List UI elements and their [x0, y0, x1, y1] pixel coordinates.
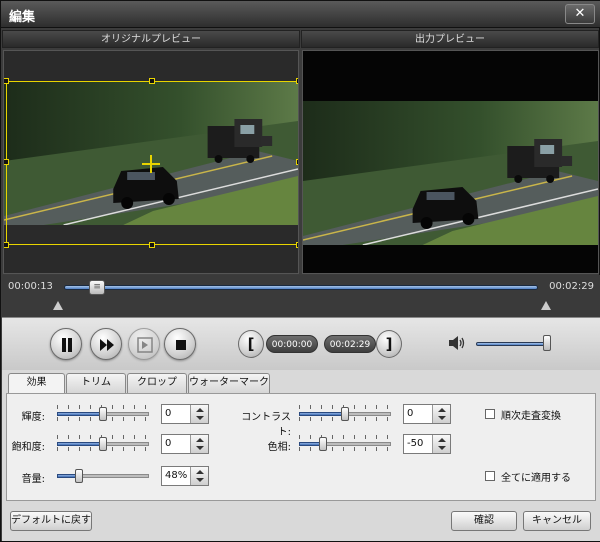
- crop-handle-right[interactable]: [296, 159, 298, 165]
- crosshair-icon[interactable]: [142, 155, 160, 173]
- current-time: 00:00:13: [8, 281, 53, 292]
- volume-knob[interactable]: [75, 469, 83, 483]
- saturation-knob[interactable]: [99, 437, 107, 451]
- set-start-button[interactable]: [: [238, 330, 264, 358]
- timeline-bar: 00:00:13 00:02:29 ≡: [2, 275, 600, 317]
- hue-spin-buttons[interactable]: [432, 435, 450, 453]
- crop-handle-top-left[interactable]: [4, 78, 9, 84]
- output-preview-header: 出力プレビュー: [301, 30, 599, 48]
- ok-button[interactable]: 確認: [451, 511, 517, 531]
- brightness-slider[interactable]: [57, 405, 149, 422]
- hue-ticks-top: [299, 435, 391, 439]
- volume-label: 音量:: [21, 474, 45, 485]
- control-panel: [ 00:00:00 00:02:29 ] 効果 トリム クロップ ウォーターマ…: [2, 317, 600, 541]
- window-title: 編集: [9, 10, 36, 25]
- volume-value: 48%: [165, 470, 188, 481]
- hue-slider[interactable]: [299, 435, 391, 452]
- volume-track[interactable]: [476, 342, 550, 346]
- crop-handle-bottom-left[interactable]: [4, 242, 9, 248]
- speaker-icon[interactable]: [448, 335, 466, 351]
- volume-spin-buttons[interactable]: [190, 467, 208, 485]
- next-frame-icon: [137, 337, 153, 353]
- saturation-spin-buttons[interactable]: [190, 435, 208, 453]
- effects-panel: 輝度: 0 飽和度: 0 音量: 48% コントラスト: 0 色相: -50 順…: [6, 393, 596, 501]
- seek-track[interactable]: [64, 285, 538, 290]
- original-preview[interactable]: [3, 50, 299, 274]
- contrast-slider[interactable]: [299, 405, 391, 422]
- next-frame-button[interactable]: [128, 328, 160, 360]
- brightness-spin-buttons[interactable]: [190, 405, 208, 423]
- total-time: 00:02:29: [549, 281, 594, 292]
- apply-all-label: 全てに適用する: [501, 473, 571, 484]
- saturation-slider[interactable]: [57, 435, 149, 452]
- saturation-spinbox[interactable]: 0: [161, 434, 209, 454]
- hue-label: 色相:: [267, 442, 291, 453]
- edit-window: 編集 ✕ オリジナルプレビュー 出力プレビュー 00:00:13 00:02:2…: [0, 0, 600, 542]
- cancel-button[interactable]: キャンセル: [523, 511, 591, 531]
- contrast-knob[interactable]: [341, 407, 349, 421]
- output-video-frame: [303, 101, 598, 245]
- tab-crop[interactable]: クロップ: [127, 373, 187, 393]
- trim-start-time: 00:00:00: [266, 335, 318, 353]
- hue-spinbox[interactable]: -50: [403, 434, 451, 454]
- trim-end-marker[interactable]: [541, 301, 551, 310]
- trim-end-time: 00:02:29: [324, 335, 376, 353]
- seek-thumb[interactable]: ≡: [89, 280, 106, 295]
- original-preview-header: オリジナルプレビュー: [2, 30, 300, 48]
- hue-ticks: [299, 447, 391, 451]
- contrast-label: コントラスト:: [241, 412, 291, 438]
- brightness-knob[interactable]: [99, 407, 107, 421]
- deinterlace-label: 順次走査変換: [501, 411, 561, 422]
- saturation-label: 飽和度:: [11, 442, 45, 453]
- fast-forward-icon: [100, 339, 114, 351]
- crop-handle-bottom-right[interactable]: [296, 242, 298, 248]
- contrast-spin-buttons[interactable]: [432, 405, 450, 423]
- volume-fill: [57, 474, 77, 478]
- tab-trim[interactable]: トリム: [66, 373, 126, 393]
- brightness-value: 0: [165, 408, 172, 419]
- tab-watermark[interactable]: ウォーターマーク: [188, 373, 270, 393]
- saturation-value: 0: [165, 438, 172, 449]
- contrast-value: 0: [407, 408, 414, 419]
- crop-handle-top[interactable]: [149, 78, 155, 84]
- trim-start-marker[interactable]: [53, 301, 63, 310]
- brightness-fill: [57, 412, 103, 416]
- crop-handle-top-right[interactable]: [296, 78, 298, 84]
- stop-button[interactable]: [164, 328, 196, 360]
- hue-knob[interactable]: [319, 437, 327, 451]
- title-bar: 編集 ✕: [1, 1, 600, 28]
- volume-slider[interactable]: [57, 468, 149, 484]
- crop-handle-bottom[interactable]: [149, 242, 155, 248]
- reset-default-button[interactable]: デフォルトに戻す: [10, 511, 92, 531]
- fast-forward-button[interactable]: [90, 328, 122, 360]
- brightness-spinbox[interactable]: 0: [161, 404, 209, 424]
- deinterlace-checkbox[interactable]: [485, 409, 495, 419]
- volume-thumb[interactable]: [543, 335, 551, 351]
- pause-button[interactable]: [50, 328, 82, 360]
- output-preview: [302, 50, 599, 274]
- apply-all-checkbox[interactable]: [485, 471, 495, 481]
- crop-handle-left[interactable]: [4, 159, 9, 165]
- close-button[interactable]: ✕: [565, 4, 595, 24]
- saturation-fill: [57, 442, 103, 446]
- set-end-button[interactable]: ]: [376, 330, 402, 358]
- contrast-fill: [299, 412, 345, 416]
- road-truck-scene: [303, 101, 598, 245]
- pause-icon: [62, 338, 72, 352]
- brightness-label: 輝度:: [21, 412, 45, 423]
- volume-spinbox[interactable]: 48%: [161, 466, 209, 486]
- contrast-spinbox[interactable]: 0: [403, 404, 451, 424]
- playback-controls: [ 00:00:00 00:02:29 ]: [2, 318, 600, 370]
- stop-icon: [176, 340, 186, 350]
- tab-effects[interactable]: 効果: [8, 373, 65, 394]
- hue-value: -50: [407, 438, 424, 449]
